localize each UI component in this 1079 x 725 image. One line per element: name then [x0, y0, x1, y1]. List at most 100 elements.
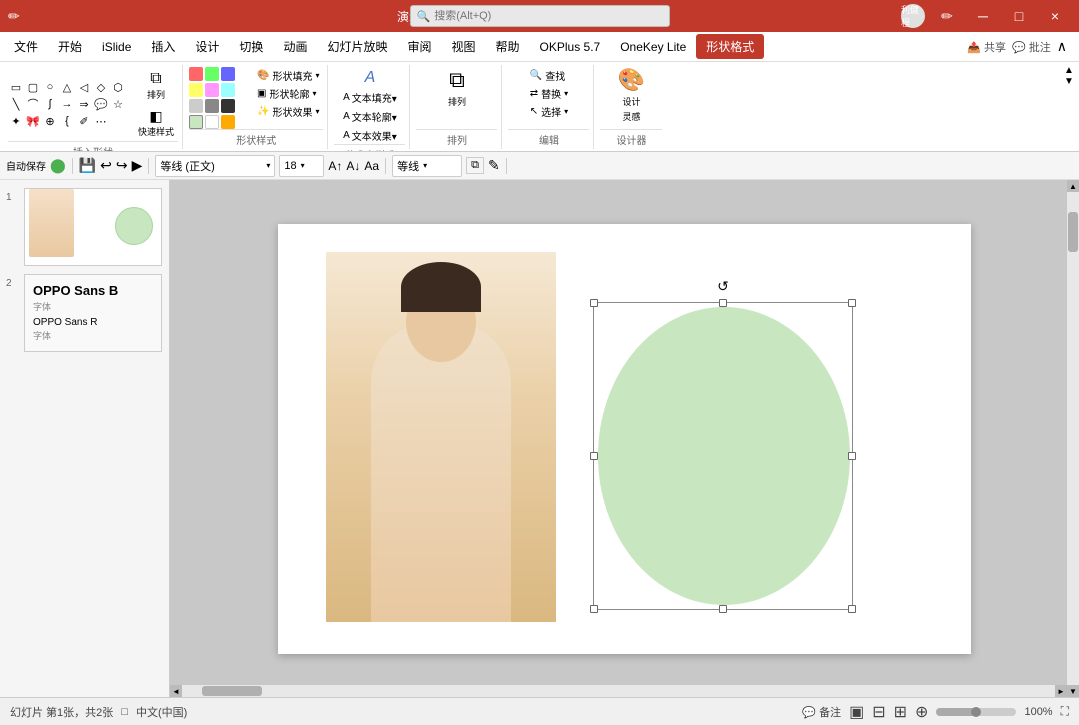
oval-icon[interactable]: ○ [42, 79, 58, 95]
copy-icon[interactable]: ⧉ [466, 157, 484, 174]
handle-tl[interactable] [590, 299, 598, 307]
view-reading-icon[interactable]: ⊞ [894, 702, 907, 722]
swatch2[interactable] [205, 67, 219, 81]
redo-icon[interactable]: ↪ [116, 157, 128, 174]
save-icon[interactable]: 💾 [79, 157, 96, 174]
rtri-icon[interactable]: ◁ [76, 79, 92, 95]
ribbon-scroll-up[interactable]: ▲ [1063, 65, 1075, 76]
ribbon-scroll-down[interactable]: ▼ [1063, 76, 1075, 87]
effect-button[interactable]: ✨ 形状效果 ▾ [253, 103, 323, 120]
fill-button[interactable]: 🎨 形状填充 ▾ [253, 67, 323, 84]
curve-icon[interactable]: ∫ [42, 96, 58, 112]
slide-1-image[interactable] [24, 188, 162, 266]
menu-design[interactable]: 设计 [185, 34, 229, 59]
swatch11[interactable] [205, 115, 219, 129]
rounded-rect-icon[interactable]: ▢ [25, 79, 41, 95]
swatch-selected[interactable] [189, 115, 203, 129]
slide-thumb-2[interactable]: 2 OPPO Sans B 字体 OPPO Sans R 字体 [6, 274, 163, 352]
design-btn[interactable]: 设计 [622, 95, 640, 108]
format-painter-icon[interactable]: ✎ [488, 157, 500, 174]
comment-label[interactable]: 💬 批注 [1012, 39, 1051, 55]
arc-icon[interactable]: ⌒ [25, 96, 41, 112]
swatch6[interactable] [221, 83, 235, 97]
handle-tr[interactable] [848, 299, 856, 307]
restore-button[interactable]: □ [1003, 0, 1035, 32]
menu-help[interactable]: 帮助 [486, 34, 530, 59]
scroll-left-button[interactable]: ◄ [170, 685, 182, 697]
close-button[interactable]: × [1039, 0, 1071, 32]
scroll-down-button[interactable]: ▼ [1067, 685, 1079, 697]
vertical-scrollbar[interactable]: ▲ ▼ [1067, 180, 1079, 697]
swatch5[interactable] [205, 83, 219, 97]
search-input[interactable] [434, 10, 662, 22]
font-increase-icon[interactable]: A↑ [328, 159, 342, 173]
replace-button[interactable]: ⇄ 替换 ▾ [526, 85, 572, 102]
layout-dropdown[interactable]: 等线 ▾ [392, 155, 462, 177]
font-decrease-icon[interactable]: A↓ [346, 159, 360, 173]
arrange-button[interactable]: ⧉ 排列 [134, 67, 178, 103]
menu-islide[interactable]: iSlide [92, 36, 141, 58]
pen2-icon[interactable]: ✏ [931, 0, 963, 32]
menu-home[interactable]: 开始 [48, 34, 92, 59]
menu-transitions[interactable]: 切换 [229, 34, 273, 59]
green-circle[interactable] [598, 307, 850, 605]
zoom-thumb[interactable] [971, 707, 981, 717]
action-icon[interactable]: ⊕ [42, 113, 58, 129]
swatch3[interactable] [221, 67, 235, 81]
inspire-btn[interactable]: 灵感 [622, 110, 640, 123]
arrow-icon[interactable]: → [59, 96, 75, 112]
more-shapes-icon[interactable]: ⋯ [93, 113, 109, 129]
swatch4[interactable] [189, 83, 203, 97]
scroll-right-button[interactable]: ► [1055, 685, 1067, 697]
text-effect-button[interactable]: A 文本效果▾ [340, 127, 400, 144]
swatch8[interactable] [205, 99, 219, 113]
freeform-icon[interactable]: ✐ [76, 113, 92, 129]
swatch7[interactable] [189, 99, 203, 113]
menu-animations[interactable]: 动画 [273, 34, 317, 59]
menu-okplus[interactable]: OKPlus 5.7 [530, 36, 611, 58]
quick-style-button[interactable]: ◧ 快速样式 [134, 105, 178, 141]
font-dropdown[interactable]: 等线 (正文) ▾ [155, 155, 275, 177]
notes-button[interactable]: 💬 备注 [802, 704, 841, 720]
undo-icon[interactable]: ↩ [100, 157, 112, 174]
search-button[interactable]: 🔍 查找 [526, 67, 572, 84]
handle-ml[interactable] [590, 452, 598, 460]
menu-review[interactable]: 审阅 [397, 34, 441, 59]
swatch1[interactable] [189, 67, 203, 81]
outline-button[interactable]: ▣ 形状轮廓 ▾ [253, 85, 323, 102]
view-slide-icon[interactable]: ⊟ [872, 702, 885, 722]
diamond-icon[interactable]: ◇ [93, 79, 109, 95]
view-presenter-icon[interactable]: ⊕ [915, 702, 928, 722]
swatch9[interactable] [221, 99, 235, 113]
slide-2-image[interactable]: OPPO Sans B 字体 OPPO Sans R 字体 [24, 274, 162, 352]
wordart-icon[interactable]: A [340, 69, 400, 87]
font-case-icon[interactable]: Aa [364, 159, 379, 173]
text-outline-button[interactable]: A 文本轮廓▾ [340, 108, 400, 125]
menu-file[interactable]: 文件 [4, 34, 48, 59]
window-controls[interactable]: ✏ ─ □ × [931, 0, 1071, 32]
present-icon[interactable]: ▶ [132, 157, 143, 174]
user-avatar[interactable]: 利健程 [901, 4, 925, 28]
callout-icon[interactable]: 💬 [93, 96, 109, 112]
handle-tc[interactable] [719, 299, 727, 307]
fit-window-button[interactable]: ⛶ [1061, 704, 1069, 719]
star-icon[interactable]: ☆ [110, 96, 126, 112]
brace-icon[interactable]: { [59, 113, 75, 129]
triangle-icon[interactable]: △ [59, 79, 75, 95]
select-button[interactable]: ↖ 选择 ▾ [526, 103, 572, 120]
rect-icon[interactable]: ▭ [8, 79, 24, 95]
menu-slideshow[interactable]: 幻灯片放映 [317, 34, 397, 59]
menu-onekey[interactable]: OneKey Lite [610, 36, 696, 58]
autosave-toggle[interactable]: ⬤ [50, 157, 66, 174]
handle-bc[interactable] [719, 605, 727, 613]
menu-shape-format[interactable]: 形状格式 [696, 34, 764, 59]
hex-icon[interactable]: ⬡ [110, 79, 126, 95]
swatch12[interactable] [221, 115, 235, 129]
scroll-thumb-h[interactable] [202, 686, 262, 696]
scroll-thumb-v[interactable] [1068, 212, 1078, 252]
slide-thumb-1[interactable]: 1 [6, 188, 163, 266]
share-label[interactable]: 📤 共享 [967, 39, 1006, 55]
chevron-icon[interactable]: ⇒ [76, 96, 92, 112]
horizontal-scrollbar[interactable]: ◄ ► [170, 685, 1067, 697]
zoom-slider[interactable] [936, 708, 1016, 716]
